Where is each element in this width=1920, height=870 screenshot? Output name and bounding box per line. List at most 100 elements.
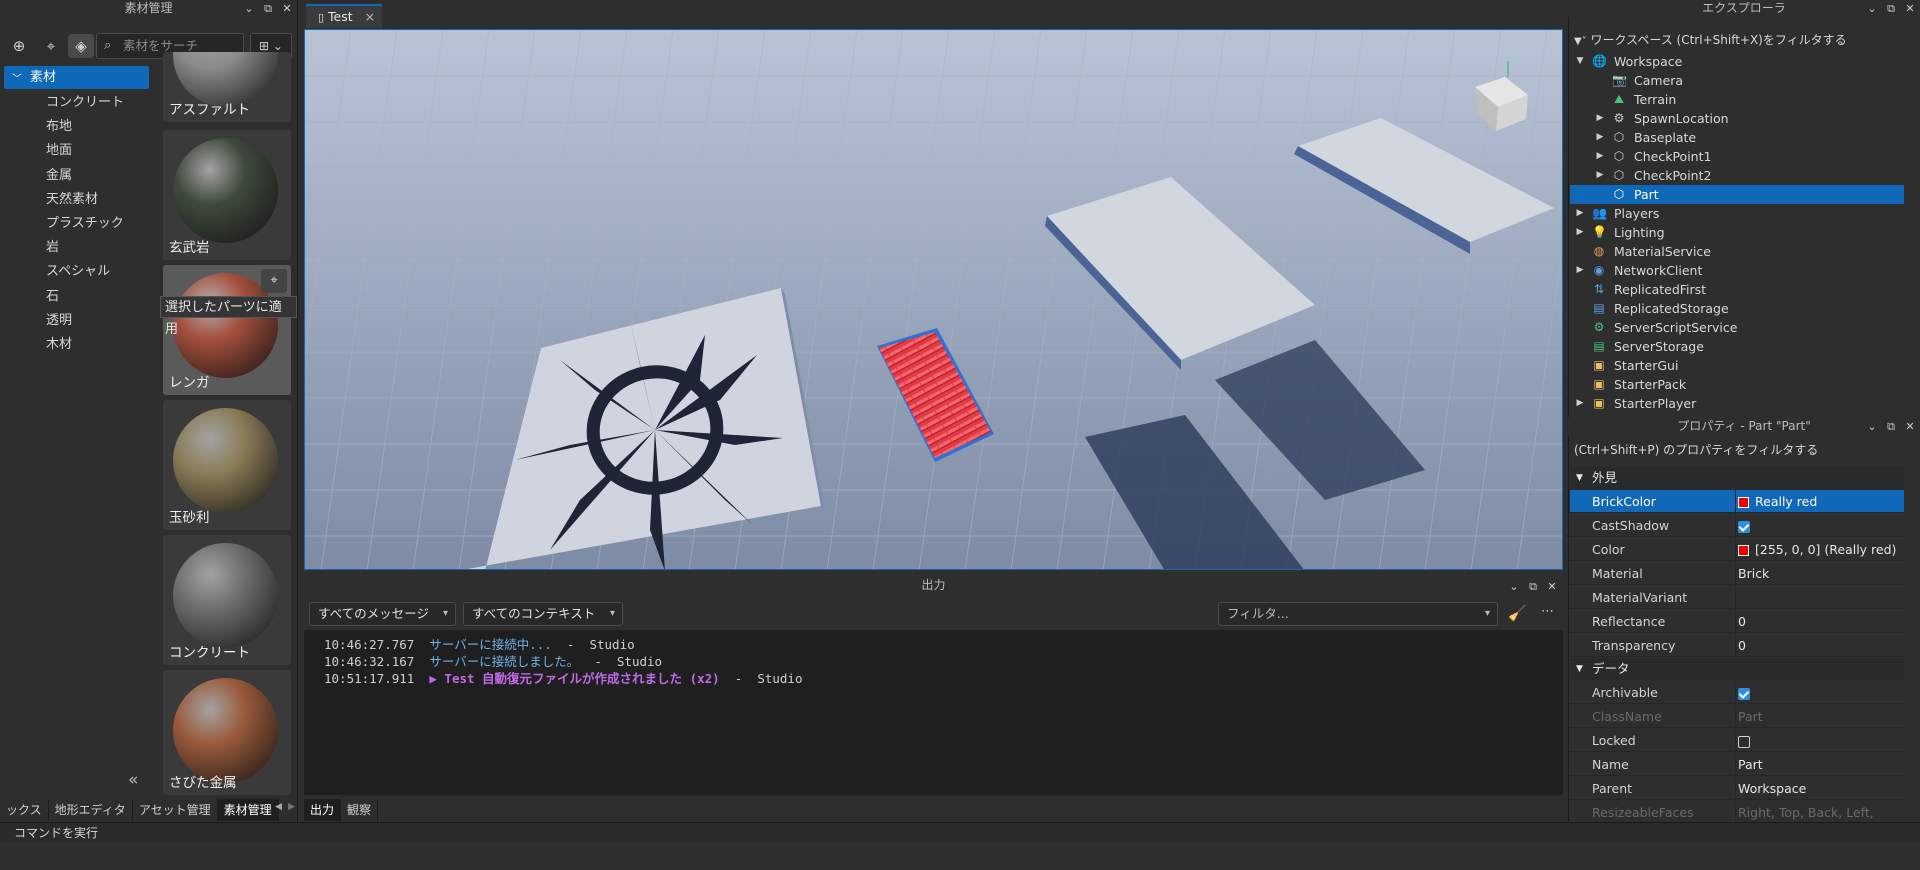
explorer-item[interactable]: 📷 Camera — [1570, 71, 1904, 90]
undock-icon[interactable]: ⧉ — [262, 2, 274, 16]
property-value[interactable] — [1738, 729, 1750, 752]
explorer-item[interactable]: ⇅ ReplicatedFirst — [1570, 280, 1904, 299]
close-icon[interactable]: ✕ — [1904, 2, 1916, 15]
property-value[interactable] — [1738, 514, 1750, 537]
context-filter-dropdown[interactable]: すべてのコンテキスト ▾ — [463, 602, 623, 626]
material-tile[interactable]: アスファルト — [163, 52, 291, 122]
category-root-selected[interactable]: 素材 — [4, 66, 149, 89]
bottom-tab[interactable]: ックス — [0, 799, 49, 821]
scroll-right-icon[interactable]: ▶ — [288, 802, 295, 812]
collapsed-arrow-icon[interactable]: ▶ — [1594, 147, 1606, 166]
property-value[interactable] — [1738, 681, 1750, 704]
bottom-tab[interactable]: アセット管理 — [133, 799, 218, 821]
property-value[interactable]: Really red — [1738, 490, 1817, 513]
bottom-tab[interactable]: 出力 — [304, 799, 342, 821]
more-options-icon[interactable]: ⋯ — [1541, 604, 1554, 619]
3d-viewport[interactable] — [304, 29, 1563, 570]
explorer-item[interactable]: ▶ ◉ NetworkClient — [1570, 261, 1904, 280]
category-item[interactable]: 木材 — [46, 334, 72, 356]
expanded-arrow-icon[interactable]: ▼ — [1576, 658, 1583, 680]
property-row[interactable]: ClassName Part — [1570, 705, 1904, 728]
add-icon[interactable]: ⊕ — [6, 34, 32, 58]
property-row[interactable]: BrickColor Really red — [1570, 490, 1904, 513]
property-value[interactable]: Part — [1738, 753, 1763, 776]
property-section[interactable]: ▼ データ — [1570, 658, 1904, 680]
pin-icon[interactable]: ⌖ — [38, 34, 64, 58]
apply-material-icon[interactable]: ⌖ — [261, 269, 287, 293]
collapsed-arrow-icon[interactable]: ▶ — [1574, 223, 1586, 242]
paint-bucket-icon[interactable]: ◈ — [68, 34, 94, 58]
property-value[interactable]: Workspace — [1738, 777, 1806, 800]
material-tile[interactable]: レンガ ⌖ — [163, 265, 291, 395]
material-tile[interactable]: さびた金属 — [163, 670, 291, 795]
chevron-down-icon[interactable]: ⌄ — [1866, 420, 1878, 433]
chevron-down-icon[interactable]: ⌄ — [243, 2, 255, 15]
explorer-item[interactable]: ▶ 👥 Players — [1570, 204, 1904, 223]
collapsed-arrow-icon[interactable]: ▶ — [1574, 394, 1586, 413]
tab-test[interactable]: ▯ Test × — [306, 4, 382, 28]
explorer-item[interactable]: ▶ 💡 Lighting — [1570, 223, 1904, 242]
chevron-down-icon[interactable]: ⌄ — [1508, 580, 1520, 593]
clear-output-icon[interactable]: 🧹 — [1508, 604, 1527, 622]
output-filter-input[interactable]: フィルタ... ▾ — [1218, 602, 1498, 626]
material-tile[interactable]: 玄武岩 — [163, 130, 291, 260]
property-row[interactable]: Locked — [1570, 729, 1904, 752]
checkbox[interactable] — [1738, 687, 1750, 700]
undock-icon[interactable]: ⧉ — [1885, 2, 1897, 16]
expanded-arrow-icon[interactable]: ▼ — [1576, 467, 1583, 489]
category-item[interactable]: 金属 — [46, 165, 72, 187]
collapsed-arrow-icon[interactable]: ▶ — [1594, 128, 1606, 147]
explorer-item[interactable]: ⚙ ServerScriptService — [1570, 318, 1904, 337]
property-section[interactable]: ▼ 外見 — [1570, 467, 1904, 489]
property-value[interactable]: [255, 0, 0] (Really red) — [1738, 538, 1896, 561]
collapse-sidebar-button[interactable]: « — [128, 770, 138, 790]
property-value[interactable]: Part — [1738, 705, 1763, 728]
explorer-item[interactable]: ▣ StarterPack — [1570, 375, 1904, 394]
properties-filter-input[interactable]: (Ctrl+Shift+P) のプロパティをフィルタする — [1574, 441, 1914, 459]
bottom-tab[interactable]: 地形エディタ — [49, 799, 133, 821]
category-item[interactable]: 天然素材 — [46, 189, 98, 211]
bottom-tab[interactable]: 観察 — [341, 799, 379, 821]
close-icon[interactable]: × — [365, 9, 375, 24]
explorer-item[interactable]: ◍ MaterialService — [1570, 242, 1904, 261]
explorer-item[interactable]: ▶ ⬡ CheckPoint1 — [1570, 147, 1904, 166]
collapsed-arrow-icon[interactable]: ▶ — [1574, 261, 1586, 280]
explorer-item[interactable]: ⬡ Part — [1570, 185, 1904, 204]
property-row[interactable]: ResizeableFacesRight, Top, Back, Left, B… — [1570, 801, 1904, 843]
explorer-item[interactable]: ▶ ⬡ Baseplate — [1570, 128, 1904, 147]
explorer-filter-input[interactable]: ▼˅ ワークスペース (Ctrl+Shift+X)をフィルタする — [1574, 31, 1914, 49]
property-value[interactable]: Brick — [1738, 562, 1769, 585]
explorer-item[interactable]: ▶ ⚙ SpawnLocation — [1570, 109, 1904, 128]
undock-icon[interactable]: ⧉ — [1885, 420, 1897, 434]
close-icon[interactable]: ✕ — [281, 2, 293, 15]
explorer-item[interactable]: ▣ StarterGui — [1570, 356, 1904, 375]
property-value[interactable]: 0 — [1738, 634, 1746, 657]
bottom-tab[interactable]: 素材管理 — [217, 799, 279, 821]
property-row[interactable]: Parent Workspace — [1570, 777, 1904, 800]
category-item[interactable]: 石 — [46, 286, 59, 308]
explorer-item[interactable]: ▶ ▣ StarterPlayer — [1570, 394, 1904, 413]
property-row[interactable]: Name Part — [1570, 753, 1904, 776]
explorer-item[interactable]: ▶ ⬡ CheckPoint2 — [1570, 166, 1904, 185]
category-item[interactable]: プラスチック — [46, 213, 124, 235]
property-row[interactable]: MaterialVariant — [1570, 586, 1904, 609]
chevron-down-icon[interactable]: ﹀ — [12, 70, 22, 85]
material-tile[interactable]: コンクリート — [163, 535, 291, 665]
explorer-item[interactable]: ▤ ServerStorage — [1570, 337, 1904, 356]
close-icon[interactable]: ✕ — [1904, 420, 1916, 433]
expanded-arrow-icon[interactable]: ▼ — [1574, 52, 1586, 71]
checkbox[interactable] — [1738, 520, 1750, 533]
command-bar[interactable]: コマンドを実行 — [0, 822, 1920, 842]
category-item[interactable]: 地面 — [46, 140, 72, 162]
explorer-item[interactable]: ▤ ReplicatedStorage — [1570, 299, 1904, 318]
category-item[interactable]: 布地 — [46, 116, 72, 138]
scroll-left-icon[interactable]: ◀ — [275, 802, 282, 812]
property-row[interactable]: Color [255, 0, 0] (Really red) — [1570, 538, 1904, 561]
property-row[interactable]: CastShadow — [1570, 514, 1904, 537]
property-row[interactable]: Archivable — [1570, 681, 1904, 704]
explorer-item[interactable]: ▼ 🌐 Workspace — [1570, 52, 1904, 71]
chevron-down-icon[interactable]: ⌄ — [1866, 2, 1878, 15]
explorer-item[interactable]: ⛰ Terrain — [1570, 90, 1904, 109]
category-item[interactable]: 透明 — [46, 310, 72, 332]
close-icon[interactable]: ✕ — [1546, 580, 1558, 593]
